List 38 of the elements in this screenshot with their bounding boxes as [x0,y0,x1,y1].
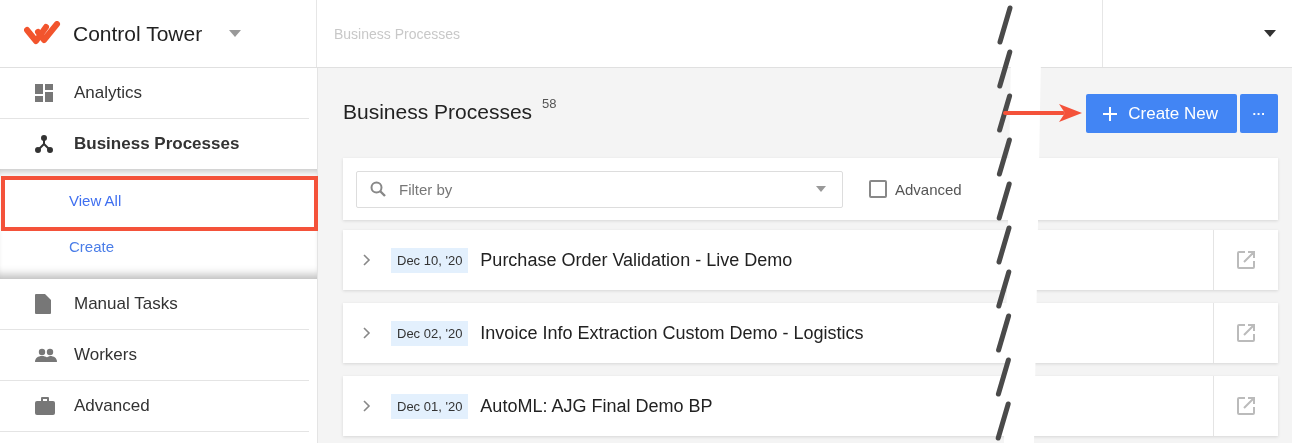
date-badge: Dec 01, '20 [391,393,469,419]
external-link-icon[interactable] [1236,250,1256,270]
filter-input[interactable]: Filter by [397,179,805,199]
date-badge: Dec 10, '20 [391,247,469,273]
chevron-icon[interactable] [363,327,371,339]
chevron-icon[interactable] [363,400,371,412]
create-new-button[interactable]: Create New [1086,94,1237,133]
page-title: Business Processes [343,100,533,124]
external-link-icon[interactable] [1236,323,1256,343]
date-badge: Dec 02, '20 [391,320,469,346]
plus-icon [1103,106,1118,121]
dashboard-icon [35,84,53,102]
people-icon [35,348,57,362]
external-link-icon[interactable] [1236,396,1256,416]
sidebar-item[interactable]: Manual Tasks [0,279,309,330]
filter-dropdown[interactable]: Filter by [356,170,843,208]
briefcase-icon [35,397,55,415]
search-icon [370,181,386,197]
document-icon [35,294,51,314]
app-title: Control Tower [73,21,203,46]
checkbox[interactable] [869,180,887,198]
sidebar-item[interactable]: Business Processes [0,119,309,169]
sidebar-item[interactable]: Advanced [0,381,309,432]
sidebar-item[interactable]: Workers [0,330,309,381]
process-name[interactable]: AutoML: AJG Final Demo BP [480,395,713,417]
count-label: 58 [542,96,557,111]
logo-icon [24,20,62,47]
submenu-link[interactable]: View All [0,177,317,223]
chevron-icon[interactable] [363,254,371,266]
checkbox-label: Advanced [895,180,962,198]
submenu-link[interactable]: Create [0,223,317,269]
caret-icon[interactable] [1264,30,1276,37]
sidebar-item[interactable]: Analytics [0,68,309,119]
process-name[interactable]: Invoice Info Extraction Custom Demo - Logistics [480,322,864,344]
hierarchy-icon [35,135,53,153]
more-button[interactable]: ··· [1240,94,1278,133]
process-name[interactable]: Purchase Order Validation - Live Demo [480,249,793,271]
caret-icon [816,186,826,192]
